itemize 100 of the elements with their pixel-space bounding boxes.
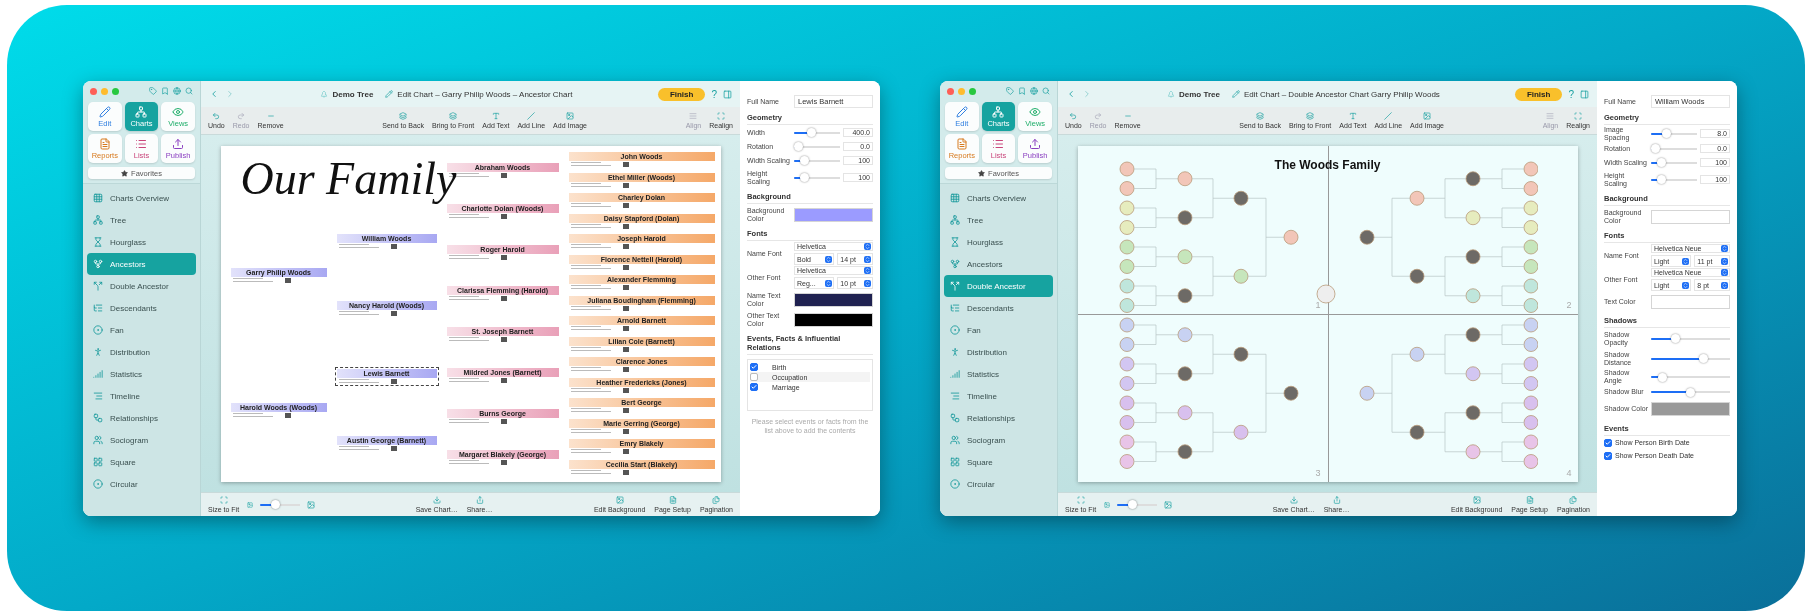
checkbox[interactable] [750, 383, 758, 391]
chevron-icon [864, 267, 871, 274]
bookmark-icon[interactable] [1018, 87, 1026, 95]
sidebar-item[interactable]: Tree [944, 209, 1053, 231]
search-icon[interactable] [185, 87, 193, 95]
sidebar-item[interactable]: Timeline [87, 385, 196, 407]
relationship-icon [950, 413, 960, 423]
pages-icon [1569, 496, 1578, 504]
globe-icon[interactable] [1030, 87, 1038, 95]
checkbox[interactable] [750, 373, 758, 381]
tag-icon[interactable] [149, 87, 157, 95]
sidebar-item[interactable]: Sociogram [87, 429, 196, 451]
slider-thumb[interactable] [1670, 334, 1680, 344]
sidebar-item[interactable]: Charts Overview [87, 187, 196, 209]
window-title: Edit Chart – Double Ancestor Chart Garry Philip Woods [1243, 89, 1440, 99]
tree-name: Demo Tree [1179, 89, 1220, 99]
detail-lines-drawing [568, 182, 629, 188]
sidebar-item[interactable]: Descendants [87, 297, 196, 319]
sidebar-item[interactable]: Sociogram [944, 429, 1053, 451]
slider-thumb[interactable] [1658, 372, 1667, 382]
checkbox[interactable] [1604, 451, 1612, 460]
sidebar-item[interactable]: Timeline [944, 385, 1053, 407]
sidebar-toggle-icon[interactable] [1580, 89, 1589, 99]
color-well[interactable] [1651, 294, 1730, 309]
forward-icon[interactable] [225, 89, 235, 99]
align-icon [689, 112, 698, 120]
sidebar-item[interactable]: Statistics [87, 363, 196, 385]
close-button[interactable] [947, 87, 954, 95]
slider-thumb[interactable] [806, 128, 816, 137]
sidebar-item[interactable]: Circular [944, 473, 1053, 495]
globe-icon[interactable] [173, 87, 181, 95]
download-icon [432, 496, 441, 504]
sidebar-item[interactable]: Charts Overview [944, 187, 1053, 209]
fit-icon [219, 496, 228, 504]
sidebar-item[interactable]: Circular [87, 473, 196, 495]
slider-thumb[interactable] [799, 156, 809, 165]
finish-button[interactable]: Finish [657, 87, 706, 101]
finish-button[interactable]: Finish [1514, 87, 1563, 101]
sidebar-item[interactable]: Relationships [944, 407, 1053, 429]
image-icon [566, 112, 574, 120]
minimize-button[interactable] [101, 87, 108, 95]
color-well[interactable] [794, 207, 873, 222]
search-icon[interactable] [1042, 87, 1050, 95]
sidebar-item[interactable]: Double Ancestor [87, 275, 196, 297]
sidebar-item[interactable]: Square [87, 451, 196, 473]
forward-icon[interactable] [1082, 89, 1092, 99]
sidebar-item[interactable]: Distribution [944, 341, 1053, 363]
sidebar-item[interactable]: Distribution [87, 341, 196, 363]
back-icon[interactable] [1066, 89, 1076, 99]
undo-icon [212, 112, 221, 120]
back-icon[interactable] [209, 89, 219, 99]
large-image-icon [307, 500, 316, 509]
detail-lines-drawing [336, 378, 397, 384]
slider-thumb[interactable] [270, 500, 280, 509]
color-well[interactable] [1651, 209, 1730, 224]
zoom-button[interactable] [969, 87, 976, 95]
color-well[interactable] [794, 292, 873, 307]
slider-thumb[interactable] [1651, 144, 1660, 154]
sidebar-item[interactable]: Fan [944, 319, 1053, 341]
chevron-icon [864, 243, 871, 250]
minimize-button[interactable] [958, 87, 965, 95]
slider-thumb[interactable] [1656, 175, 1666, 185]
zoom-button[interactable] [112, 87, 119, 95]
checkbox[interactable] [750, 363, 758, 371]
slider[interactable] [794, 142, 840, 151]
sidebar-toggle-icon[interactable] [723, 89, 732, 99]
sidebar-item[interactable]: Square [944, 451, 1053, 473]
slider-thumb[interactable] [799, 173, 809, 182]
sidebar-item[interactable]: Ancestors [944, 253, 1053, 275]
slider-thumb[interactable] [1127, 500, 1137, 509]
slider-thumb[interactable] [1662, 129, 1672, 139]
circle-icon [93, 479, 103, 489]
quadrant-number: 2 [1566, 299, 1572, 310]
sidebar-item[interactable]: Tree [87, 209, 196, 231]
sidebar-item[interactable]: Hourglass [944, 231, 1053, 253]
sidebar-item[interactable]: Hourglass [87, 231, 196, 253]
color-well[interactable] [1651, 402, 1730, 417]
sidebar-item[interactable]: Fan [87, 319, 196, 341]
slider[interactable] [794, 128, 840, 137]
sidebar-item[interactable]: Descendants [944, 297, 1053, 319]
redo-icon [237, 112, 246, 120]
hierarchy-icon [135, 105, 148, 118]
sidebar-item[interactable]: Relationships [87, 407, 196, 429]
slider-thumb[interactable] [794, 142, 803, 151]
hierarchy-icon [93, 215, 103, 225]
slider-thumb[interactable] [1656, 158, 1666, 168]
chevron-icon [864, 279, 871, 287]
close-button[interactable] [90, 87, 97, 95]
tag-icon[interactable] [1006, 87, 1014, 95]
sidebar-item[interactable]: Statistics [944, 363, 1053, 385]
detail-lines-drawing [568, 264, 629, 270]
color-well[interactable] [794, 312, 873, 327]
checkbox[interactable] [1604, 438, 1612, 447]
chevron-icon [825, 255, 833, 263]
slider-thumb[interactable] [1698, 354, 1708, 364]
slider-thumb[interactable] [1686, 387, 1695, 397]
detail-lines-drawing [568, 428, 629, 434]
bookmark-icon[interactable] [161, 87, 169, 95]
timeline-icon [950, 391, 960, 401]
circle-icon [93, 325, 103, 335]
